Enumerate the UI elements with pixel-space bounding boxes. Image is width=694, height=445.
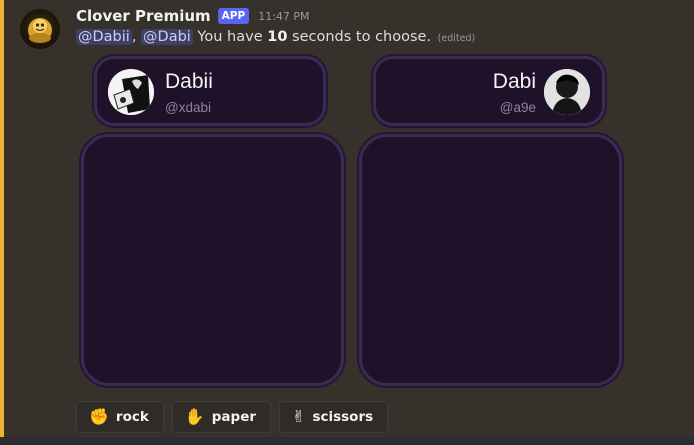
player-name-right: Dabi — [492, 70, 536, 93]
edited-label: (edited) — [437, 33, 476, 44]
bot-avatar[interactable] — [20, 9, 60, 49]
fist-icon: ✊ — [89, 407, 109, 426]
player-card-left: Dabii @xdabi — [94, 56, 326, 126]
message-header: Clover Premium APP 11:47 PM — [76, 7, 310, 25]
rock-button-label: rock — [115, 409, 149, 425]
app-badge: APP — [217, 8, 250, 24]
countdown-seconds: 10 — [267, 29, 288, 45]
message-highlight-bar — [0, 0, 4, 445]
message-text-after: seconds to choose. — [287, 29, 432, 45]
paper-button-label: paper — [211, 409, 257, 425]
action-row: ✊ rock ✋ paper ✌ scissors — [76, 401, 389, 433]
mention-dabi[interactable]: @Dabi — [141, 29, 193, 45]
raised-hand-icon: ✋ — [184, 407, 205, 426]
scissors-button-label: scissors — [312, 409, 374, 425]
choice-panel-right — [359, 134, 622, 386]
player-picture-icon — [544, 69, 590, 115]
bottom-edge — [0, 437, 694, 445]
victory-hand-icon: ✌ — [292, 407, 306, 426]
player-avatar-left — [108, 69, 154, 115]
mention-dabii[interactable]: @Dabii — [76, 29, 132, 45]
player-handle-left: @xdabi — [165, 100, 211, 115]
message-text-before: You have — [192, 29, 268, 45]
player-name-left: Dabii — [165, 70, 213, 93]
scissors-button[interactable]: ✌ scissors — [279, 401, 389, 433]
paper-button[interactable]: ✋ paper — [171, 401, 272, 433]
player-card-right: Dabi @a9e — [373, 56, 605, 126]
author-name[interactable]: Clover Premium — [76, 7, 211, 25]
player-picture-icon — [108, 69, 154, 115]
rock-button[interactable]: ✊ rock — [76, 401, 164, 433]
clover-logo-icon — [28, 18, 52, 43]
player-handle-right: @a9e — [499, 100, 536, 115]
choice-panel-left — [81, 134, 344, 386]
message-content: @Dabii, @Dabi You have 10 seconds to cho… — [76, 29, 475, 45]
player-avatar-right — [544, 69, 590, 115]
mention-separator: , — [131, 29, 142, 45]
message-timestamp: 11:47 PM — [258, 9, 310, 23]
